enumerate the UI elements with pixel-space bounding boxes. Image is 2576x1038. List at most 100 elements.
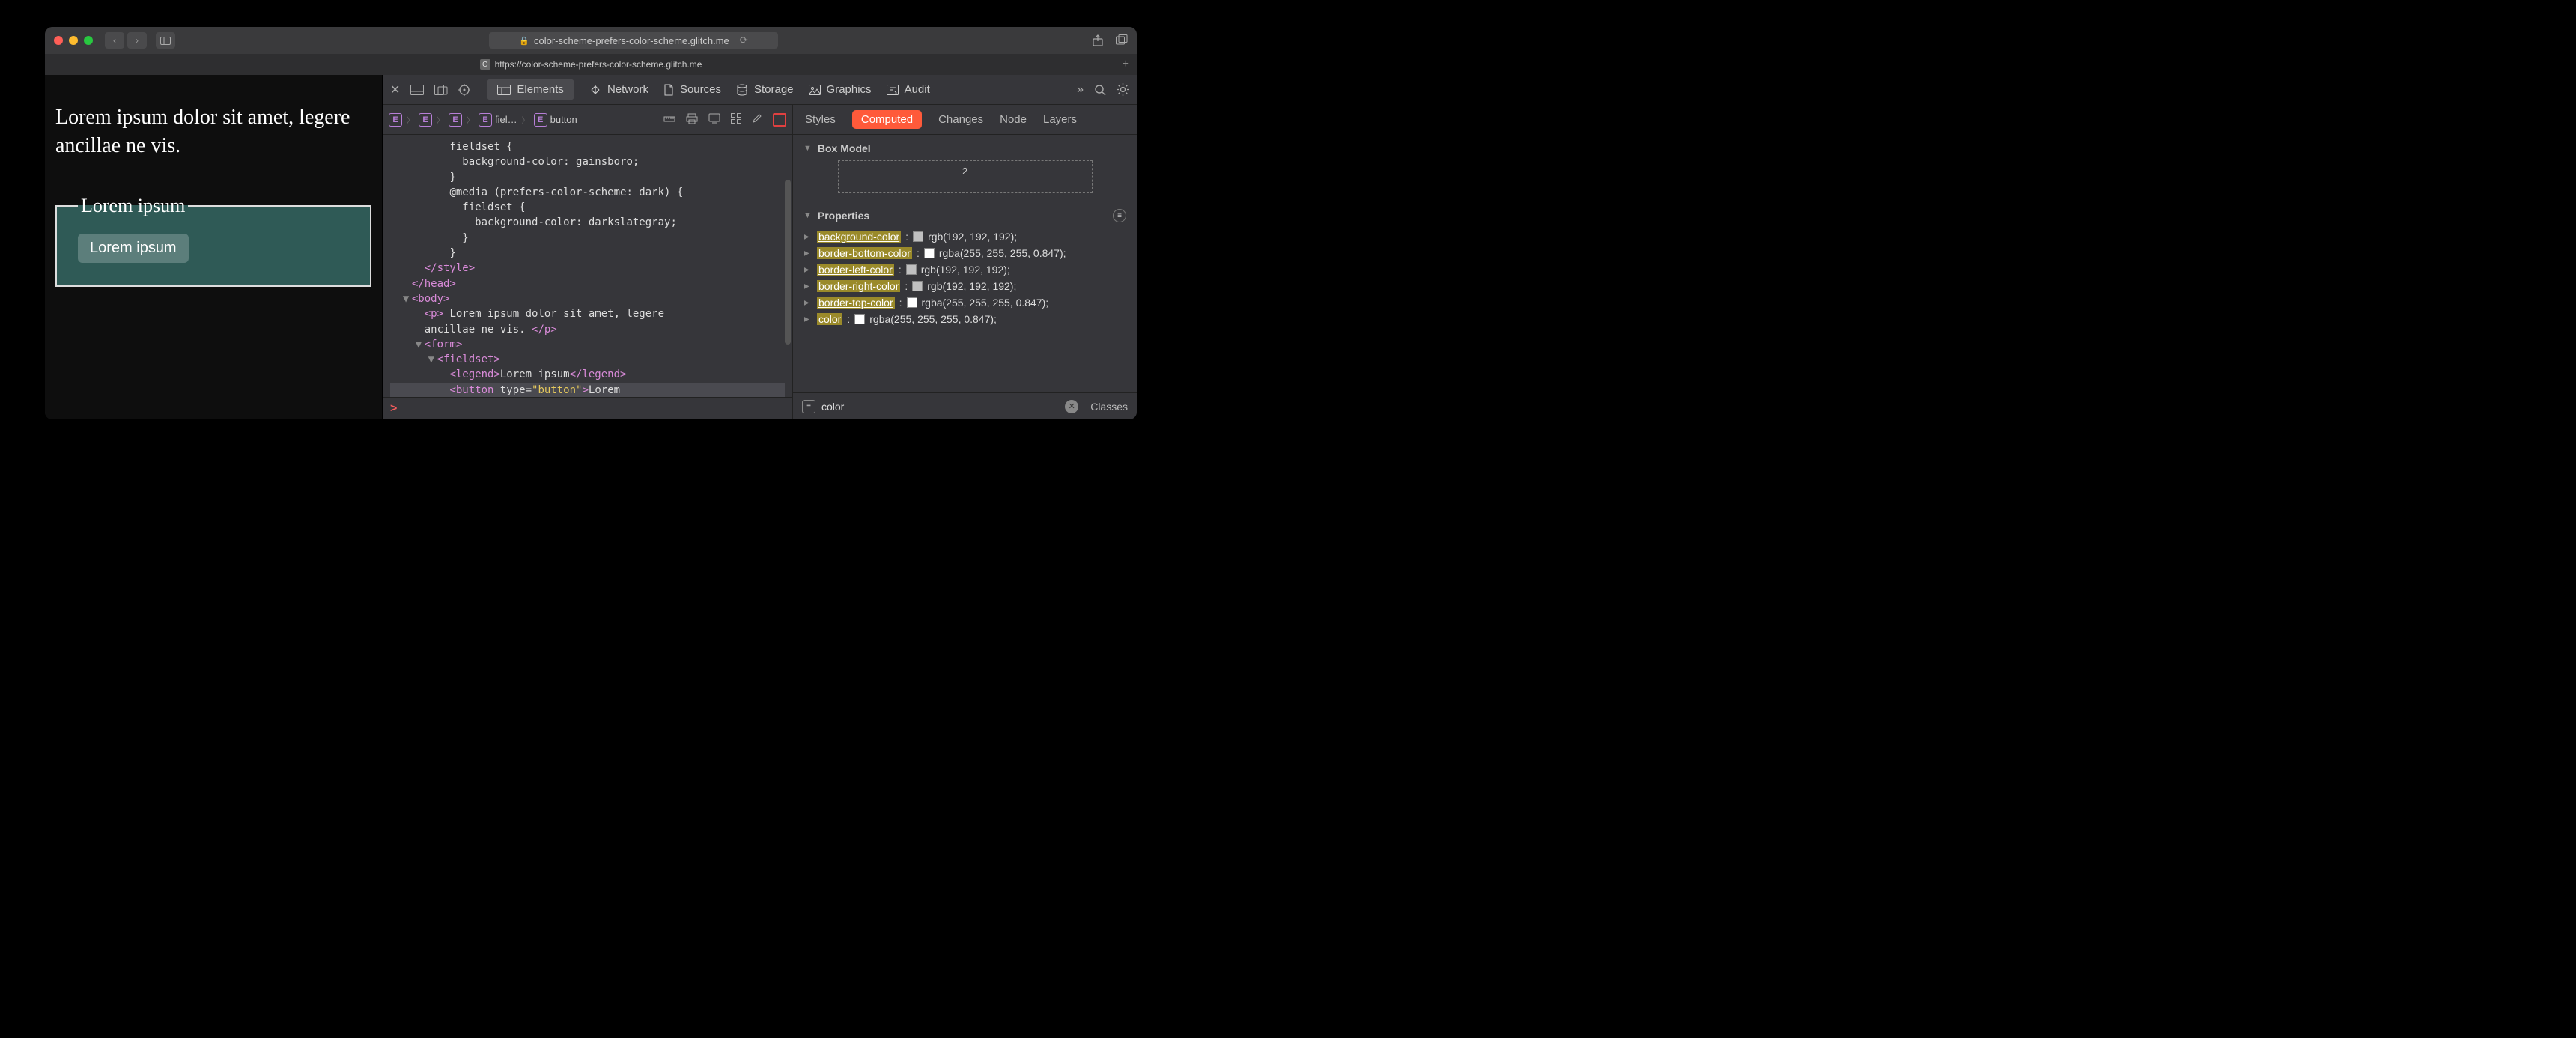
- tabs-overview-button[interactable]: [1116, 34, 1128, 46]
- filter-icon[interactable]: ≡: [802, 400, 815, 413]
- properties-title: Properties: [818, 210, 869, 222]
- dom-line[interactable]: ▼<fieldset>: [390, 352, 785, 367]
- property-name: background-color: [817, 231, 901, 243]
- property-name: border-right-color: [817, 280, 900, 292]
- close-window-button[interactable]: [54, 36, 63, 45]
- scrollbar-thumb[interactable]: [785, 180, 791, 345]
- property-row[interactable]: ▶border-right-color: rgb(192, 192, 192);: [804, 278, 1126, 294]
- property-row[interactable]: ▶border-top-color: rgba(255, 255, 255, 0…: [804, 294, 1126, 311]
- style-tab-changes[interactable]: Changes: [938, 113, 983, 126]
- back-button[interactable]: ‹: [105, 32, 124, 49]
- dom-line[interactable]: <legend>Lorem ipsum</legend>: [390, 367, 785, 382]
- dom-line[interactable]: fieldset {: [390, 139, 785, 154]
- devtools-tab-network[interactable]: Network: [589, 83, 648, 96]
- settings-icon[interactable]: [1117, 83, 1129, 96]
- breadcrumb-item[interactable]: E: [389, 113, 402, 127]
- breadcrumb-separator-icon: 〉: [467, 114, 474, 125]
- dom-line[interactable]: background-color: gainsboro;: [390, 154, 785, 169]
- dom-line[interactable]: background-color: darkslategray;: [390, 215, 785, 230]
- dock-bottom-icon[interactable]: [410, 85, 424, 95]
- classes-toggle[interactable]: Classes: [1090, 401, 1128, 413]
- property-row[interactable]: ▶color: rgba(255, 255, 255, 0.847);: [804, 311, 1126, 327]
- dom-line[interactable]: }: [390, 231, 785, 246]
- style-tab-node[interactable]: Node: [1000, 113, 1027, 126]
- breadcrumb-item[interactable]: Ebutton: [534, 113, 577, 127]
- fieldset-legend: Lorem ipsum: [78, 195, 188, 217]
- property-value: rgba(255, 255, 255, 0.847);: [869, 313, 997, 325]
- new-tab-button[interactable]: +: [1123, 58, 1129, 71]
- close-devtools-icon[interactable]: ✕: [390, 82, 400, 97]
- lock-icon: 🔒: [519, 36, 529, 46]
- dom-line[interactable]: <button type="button">Lorem: [390, 383, 785, 397]
- property-name: border-left-color: [817, 264, 894, 276]
- dom-line[interactable]: fieldset {: [390, 200, 785, 215]
- dock-side-icon[interactable]: [434, 85, 448, 95]
- devtools-tab-storage[interactable]: Storage: [736, 83, 794, 96]
- more-tabs-icon[interactable]: »: [1077, 83, 1084, 97]
- style-tab-styles[interactable]: Styles: [805, 113, 836, 126]
- color-swatch-icon[interactable]: [913, 231, 923, 242]
- devtools-tab-graphics[interactable]: Graphics: [809, 83, 872, 96]
- titlebar: ‹ › 🔒 color-scheme-prefers-color-scheme.…: [45, 27, 1137, 54]
- dom-line[interactable]: </style>: [390, 261, 785, 276]
- minimize-window-button[interactable]: [69, 36, 78, 45]
- color-swatch-icon[interactable]: [854, 314, 865, 324]
- ruler-icon[interactable]: [663, 113, 675, 127]
- dom-line[interactable]: <p> Lorem ipsum dolor sit amet, legere: [390, 306, 785, 321]
- elements-toolbar: [663, 113, 786, 127]
- devtools-tab-sources[interactable]: Sources: [663, 83, 721, 96]
- color-swatch-icon[interactable]: [906, 264, 917, 275]
- property-name: border-bottom-color: [817, 247, 912, 259]
- grid-icon[interactable]: [731, 113, 741, 127]
- filter-input[interactable]: [821, 401, 1059, 413]
- highlight-toggle-icon[interactable]: [773, 113, 786, 127]
- devtools-toolbar: ✕ Elements Network Sources Storage Graphics A…: [383, 75, 1137, 105]
- dom-line[interactable]: }: [390, 246, 785, 261]
- fullscreen-window-button[interactable]: [84, 36, 93, 45]
- property-row[interactable]: ▶border-left-color: rgb(192, 192, 192);: [804, 261, 1126, 278]
- sidebar-toggle-button[interactable]: [156, 32, 175, 49]
- disclosure-triangle-icon[interactable]: ▼: [804, 211, 812, 220]
- search-icon[interactable]: [1094, 84, 1106, 96]
- browser-window: ‹ › 🔒 color-scheme-prefers-color-scheme.…: [45, 27, 1137, 419]
- inspect-element-icon[interactable]: [458, 84, 470, 96]
- box-model-bottom-value: —: [839, 177, 1092, 188]
- rendered-page: Lorem ipsum dolor sit amet, legere ancil…: [45, 75, 382, 419]
- dom-line[interactable]: ▼<form>: [390, 337, 785, 352]
- options-icon[interactable]: ≡: [1113, 209, 1126, 222]
- console-prompt[interactable]: >: [383, 397, 792, 419]
- dom-line[interactable]: ancillae ne vis. </p>: [390, 322, 785, 337]
- tab-title[interactable]: https://color-scheme-prefers-color-schem…: [495, 59, 702, 70]
- color-swatch-icon[interactable]: [924, 248, 935, 258]
- dom-line[interactable]: }: [390, 170, 785, 185]
- filter-row: ≡ ✕ Classes: [793, 392, 1137, 419]
- devtools-tab-elements[interactable]: Elements: [487, 79, 574, 100]
- brush-icon[interactable]: [752, 113, 762, 127]
- style-tab-computed[interactable]: Computed: [852, 110, 922, 129]
- dom-line[interactable]: @media (prefers-color-scheme: dark) {: [390, 185, 785, 200]
- box-model-diagram[interactable]: 2 —: [838, 160, 1093, 193]
- device-icon[interactable]: [708, 113, 720, 127]
- dom-tree[interactable]: fieldset { background-color: gainsboro; …: [383, 135, 792, 397]
- disclosure-triangle-icon[interactable]: ▼: [804, 144, 812, 153]
- breadcrumb-item[interactable]: E: [419, 113, 432, 127]
- devtools-tab-list: Elements Network Sources Storage Graphics Aud…: [487, 79, 1066, 100]
- share-button[interactable]: [1092, 34, 1104, 46]
- reload-button[interactable]: ⟳: [740, 34, 748, 46]
- page-button[interactable]: Lorem ipsum: [78, 234, 189, 263]
- print-icon[interactable]: [686, 113, 698, 127]
- color-swatch-icon[interactable]: [907, 297, 917, 308]
- breadcrumb-item[interactable]: Efiel…: [479, 113, 517, 127]
- devtools-tab-audit[interactable]: Audit: [887, 83, 930, 96]
- address-bar[interactable]: 🔒 color-scheme-prefers-color-scheme.glit…: [489, 32, 777, 49]
- breadcrumb-item[interactable]: E: [449, 113, 462, 127]
- property-row[interactable]: ▶background-color: rgb(192, 192, 192);: [804, 228, 1126, 245]
- style-tab-layers[interactable]: Layers: [1043, 113, 1077, 126]
- property-row[interactable]: ▶border-bottom-color: rgba(255, 255, 255…: [804, 245, 1126, 261]
- dom-breadcrumb: E〉E〉E〉Efiel…〉Ebutton: [383, 105, 792, 135]
- dom-line[interactable]: </head>: [390, 276, 785, 291]
- forward-button[interactable]: ›: [127, 32, 147, 49]
- dom-line[interactable]: ▼<body>: [390, 291, 785, 306]
- clear-filter-button[interactable]: ✕: [1065, 400, 1078, 413]
- color-swatch-icon[interactable]: [912, 281, 923, 291]
